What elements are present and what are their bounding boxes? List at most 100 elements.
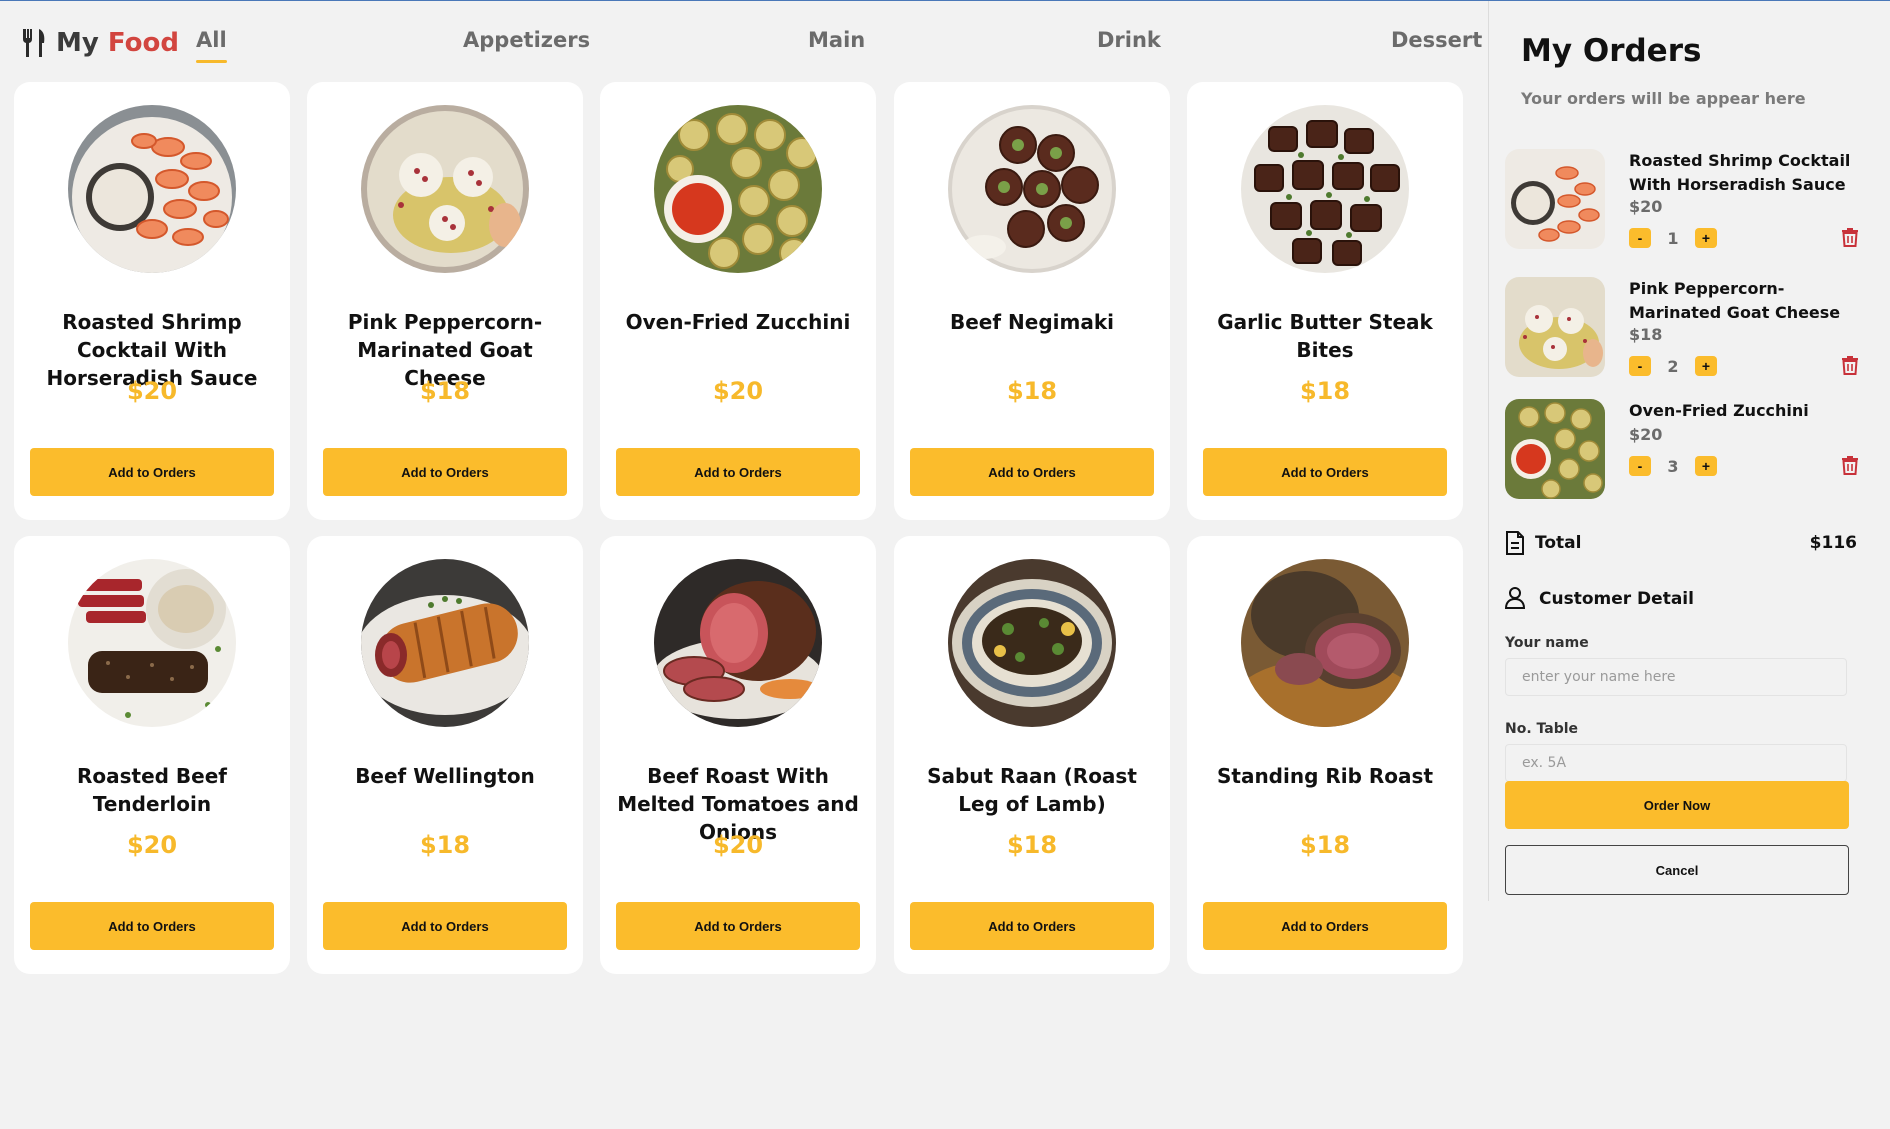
add-to-orders-button[interactable]: Add to Orders	[30, 902, 274, 950]
orders-title: My Orders	[1521, 33, 1702, 69]
food-price: $18	[419, 831, 471, 859]
cancel-button[interactable]: Cancel	[1505, 845, 1849, 895]
food-photo-lamb	[948, 559, 1116, 727]
food-photo-shrimp	[68, 105, 236, 273]
tab-drink-label: Drink	[1097, 28, 1161, 52]
order-item: Oven-Fried Zucchini $20 - 3 +	[1505, 399, 1859, 499]
brand-name: My Food	[56, 28, 179, 58]
customer-detail-label: Customer Detail	[1539, 589, 1694, 609]
tab-dessert[interactable]: Dessert	[1391, 28, 1482, 52]
increase-qty-button[interactable]: +	[1695, 456, 1717, 476]
order-thumb-shrimp	[1505, 149, 1605, 249]
quantity-stepper: - 3 +	[1629, 456, 1717, 476]
increase-qty-button[interactable]: +	[1695, 228, 1717, 248]
decrease-qty-button[interactable]: -	[1629, 456, 1651, 476]
user-icon	[1505, 587, 1525, 609]
food-name: Sabut Raan (Roast Leg of Lamb)	[927, 764, 1137, 816]
food-name: Beef Wellington	[355, 764, 535, 788]
total-value: $116	[1809, 533, 1857, 553]
name-input[interactable]	[1505, 658, 1847, 696]
food-photo-beef-wellington	[361, 559, 529, 727]
brand-food: Food	[107, 28, 179, 58]
total-label: Total	[1535, 533, 1582, 553]
orders-sidebar: My Orders Your orders will be appear her…	[1488, 1, 1890, 901]
food-price: $20	[712, 377, 764, 405]
trash-icon[interactable]	[1841, 227, 1859, 247]
brand-logo[interactable]: My Food	[20, 27, 179, 59]
tab-dessert-label: Dessert	[1391, 28, 1483, 52]
order-thumb-goat-cheese	[1505, 277, 1605, 377]
food-price: $18	[1006, 831, 1058, 859]
table-label: No. Table	[1505, 721, 1579, 737]
food-price: $18	[1299, 831, 1351, 859]
add-to-orders-button[interactable]: Add to Orders	[323, 902, 567, 950]
menu-card: Beef Roast With Melted Tomatoes and Onio…	[600, 536, 876, 974]
add-to-orders-button[interactable]: Add to Orders	[1203, 448, 1447, 496]
food-photo-zucchini	[654, 105, 822, 273]
food-name: Oven-Fried Zucchini	[625, 310, 851, 334]
menu-card: Garlic Butter Steak Bites $18 Add to Ord…	[1187, 82, 1463, 520]
trash-icon[interactable]	[1841, 455, 1859, 475]
top-bar: My Food All Appetizers Main Drink Desser…	[0, 1, 1488, 81]
tab-main[interactable]: Main	[808, 28, 865, 52]
food-price: $20	[126, 831, 178, 859]
tab-main-label: Main	[808, 28, 866, 52]
food-photo-negimaki	[948, 105, 1116, 273]
food-price: $18	[1299, 377, 1351, 405]
menu-card: Roasted Beef Tenderloin $20 Add to Order…	[14, 536, 290, 974]
active-tab-indicator	[196, 60, 227, 63]
food-name: Garlic Butter Steak Bites	[1217, 310, 1433, 362]
increase-qty-button[interactable]: +	[1695, 356, 1717, 376]
decrease-qty-button[interactable]: -	[1629, 228, 1651, 248]
food-price: $18	[419, 377, 471, 405]
food-photo-steak-bites	[1241, 105, 1409, 273]
order-now-button[interactable]: Order Now	[1505, 781, 1849, 829]
add-to-orders-button[interactable]: Add to Orders	[30, 448, 274, 496]
menu-card: Beef Wellington $18 Add to Orders	[307, 536, 583, 974]
tab-all-label: All	[196, 28, 227, 52]
food-name: Beef Negimaki	[949, 310, 1114, 334]
food-name: Roasted Beef Tenderloin	[76, 764, 228, 816]
orders-subtitle: Your orders will be appear here	[1521, 89, 1806, 108]
menu-card: Beef Negimaki $18 Add to Orders	[894, 82, 1170, 520]
order-item: Roasted Shrimp Cocktail With Horseradish…	[1505, 149, 1859, 249]
receipt-icon	[1506, 531, 1524, 555]
qty-value: 3	[1667, 456, 1679, 476]
food-price: $20	[126, 377, 178, 405]
trash-icon[interactable]	[1841, 355, 1859, 375]
add-to-orders-button[interactable]: Add to Orders	[910, 902, 1154, 950]
order-thumb-zucchini	[1505, 399, 1605, 499]
food-price: $18	[1006, 377, 1058, 405]
tab-drink[interactable]: Drink	[1097, 28, 1161, 52]
qty-value: 2	[1667, 356, 1679, 376]
food-photo-beef-tenderloin	[68, 559, 236, 727]
menu-card: Sabut Raan (Roast Leg of Lamb) $18 Add t…	[894, 536, 1170, 974]
quantity-stepper: - 2 +	[1629, 356, 1717, 376]
food-price: $20	[712, 831, 764, 859]
add-to-orders-button[interactable]: Add to Orders	[1203, 902, 1447, 950]
menu-card: Roasted Shrimp Cocktail With Horseradish…	[14, 82, 290, 520]
fork-knife-icon	[22, 29, 45, 57]
food-photo-goat-cheese	[361, 105, 529, 273]
menu-card: Oven-Fried Zucchini $20 Add to Orders	[600, 82, 876, 520]
tab-appetizers[interactable]: Appetizers	[463, 28, 590, 52]
qty-value: 1	[1667, 228, 1679, 248]
order-item-name: Pink Peppercorn-Marinated Goat Cheese	[1629, 279, 1841, 322]
decrease-qty-button[interactable]: -	[1629, 356, 1651, 376]
add-to-orders-button[interactable]: Add to Orders	[616, 448, 860, 496]
add-to-orders-button[interactable]: Add to Orders	[616, 902, 860, 950]
order-item-name: Roasted Shrimp Cocktail With Horseradish…	[1629, 151, 1851, 194]
tab-all[interactable]: All	[196, 28, 227, 63]
add-to-orders-button[interactable]: Add to Orders	[910, 448, 1154, 496]
name-label: Your name	[1505, 635, 1589, 651]
order-item-price: $20	[1629, 197, 1663, 216]
tab-appetizers-label: Appetizers	[463, 28, 591, 52]
order-item-price: $18	[1629, 325, 1663, 344]
food-photo-beef-roast	[654, 559, 822, 727]
add-to-orders-button[interactable]: Add to Orders	[323, 448, 567, 496]
menu-card: Pink Peppercorn-Marinated Goat Cheese $1…	[307, 82, 583, 520]
brand-my: My	[56, 28, 99, 58]
order-total: Total $116	[1505, 531, 1857, 557]
table-input[interactable]	[1505, 744, 1847, 782]
food-photo-rib-roast	[1241, 559, 1409, 727]
